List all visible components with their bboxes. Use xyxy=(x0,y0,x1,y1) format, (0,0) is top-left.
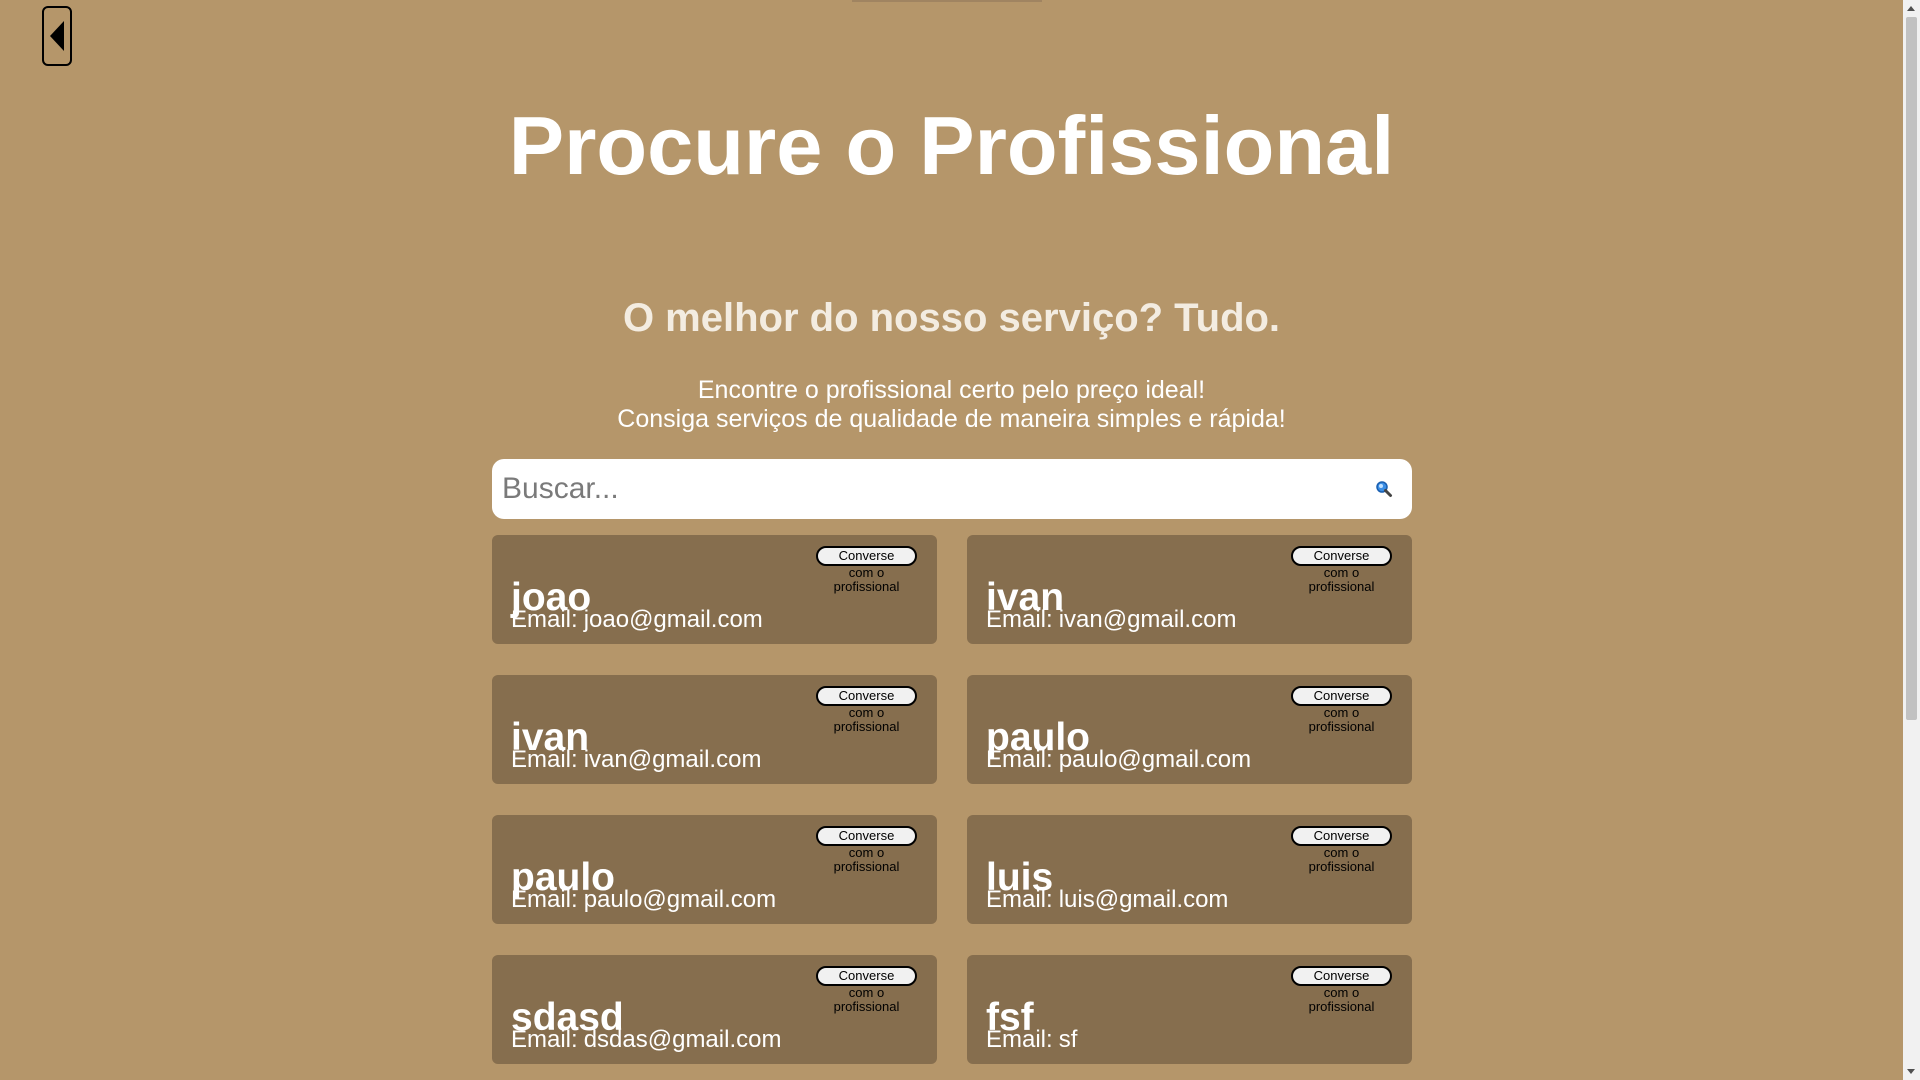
email-value: joao@gmail.com xyxy=(583,606,763,633)
professional-email: Email: luis@gmail.com xyxy=(986,888,1228,912)
email-value: luis@gmail.com xyxy=(1058,886,1229,913)
vertical-scrollbar[interactable] xyxy=(1903,0,1920,1080)
email-value: sf xyxy=(1058,1026,1078,1053)
back-button[interactable] xyxy=(42,6,72,66)
chat-button-caption: com o profissional xyxy=(1308,985,1375,1014)
hero-description-line-1: Encontre o profissional certo pelo preço… xyxy=(697,376,1206,404)
chat-button-caption: com o profissional xyxy=(1308,845,1375,874)
scroll-thumb[interactable] xyxy=(1906,17,1917,720)
professional-card: Converse com o profissional fsf Email: sf xyxy=(967,955,1412,1064)
chat-button[interactable]: Converse xyxy=(816,826,917,846)
professional-email: Email: joao@gmail.com xyxy=(511,608,763,632)
email-value: paulo@gmail.com xyxy=(583,886,777,913)
chat-button[interactable]: Converse xyxy=(816,686,917,706)
professional-card: Converse com o profissional paulo Email: pau… xyxy=(492,815,937,924)
email-value: paulo@gmail.com xyxy=(1058,746,1252,773)
email-label: Email: xyxy=(511,1026,578,1053)
email-value: dsdas@gmail.com xyxy=(583,1026,782,1053)
professional-card: Converse com o profissional ivan Email: ivan… xyxy=(967,535,1412,644)
chat-button-caption: com o profissional xyxy=(1308,565,1375,594)
chat-button[interactable]: Converse xyxy=(1291,686,1392,706)
professional-card: Converse com o profissional paulo Email: pau… xyxy=(967,675,1412,784)
email-value: ivan@gmail.com xyxy=(1058,606,1237,633)
email-label: Email: xyxy=(511,746,578,773)
hero-description-line-2: Consiga serviços de qualidade de maneira… xyxy=(617,405,1286,433)
chat-button-caption: com o profissional xyxy=(833,565,900,594)
email-label: Email: xyxy=(511,606,578,633)
professional-email: Email: ivan@gmail.com xyxy=(511,748,761,772)
professional-card: Converse com o profissional joao Email: joao… xyxy=(492,535,937,644)
professional-email: Email: paulo@gmail.com xyxy=(511,888,776,912)
professionals-grid: Converse com o profissional joao Email: joao… xyxy=(492,535,1412,1064)
professional-card: Converse com o profissional sdasd Email: dsd… xyxy=(492,955,937,1064)
chat-button[interactable]: Converse xyxy=(1291,826,1392,846)
top-divider xyxy=(852,0,1042,2)
email-label: Email: xyxy=(511,886,578,913)
hero-subtitle: O melhor do nosso serviço? Tudo. xyxy=(622,296,1281,340)
email-label: Email: xyxy=(986,746,1053,773)
professional-card: Converse com o profissional luis Email: luis… xyxy=(967,815,1412,924)
chat-button-caption: com o profissional xyxy=(833,845,900,874)
search-input[interactable] xyxy=(492,458,1364,520)
email-label: Email: xyxy=(986,606,1053,633)
professional-email: Email: sf xyxy=(986,1028,1077,1052)
search-icon[interactable] xyxy=(1364,469,1404,509)
caret-left-icon xyxy=(50,21,64,51)
email-value: ivan@gmail.com xyxy=(583,746,762,773)
chat-button[interactable]: Converse xyxy=(816,966,917,986)
chat-button-caption: com o profissional xyxy=(833,985,900,1014)
professional-email: Email: paulo@gmail.com xyxy=(986,748,1251,772)
search-bar xyxy=(492,458,1412,520)
page-title: Procure o Profissional xyxy=(508,99,1395,192)
chat-button-caption: com o profissional xyxy=(1308,705,1375,734)
chat-button-caption: com o profissional xyxy=(833,705,900,734)
scroll-up-arrow[interactable] xyxy=(1907,6,1915,11)
scroll-down-arrow[interactable] xyxy=(1907,1069,1915,1074)
professional-email: Email: dsdas@gmail.com xyxy=(511,1028,781,1052)
professional-card: Converse com o profissional ivan Email: ivan… xyxy=(492,675,937,784)
email-label: Email: xyxy=(986,886,1053,913)
chat-button[interactable]: Converse xyxy=(816,546,917,566)
email-label: Email: xyxy=(986,1026,1053,1053)
professional-email: Email: ivan@gmail.com xyxy=(986,608,1236,632)
page: Procure o Profissional O melhor do nosso… xyxy=(0,0,1920,1080)
chat-button[interactable]: Converse xyxy=(1291,966,1392,986)
chat-button[interactable]: Converse xyxy=(1291,546,1392,566)
